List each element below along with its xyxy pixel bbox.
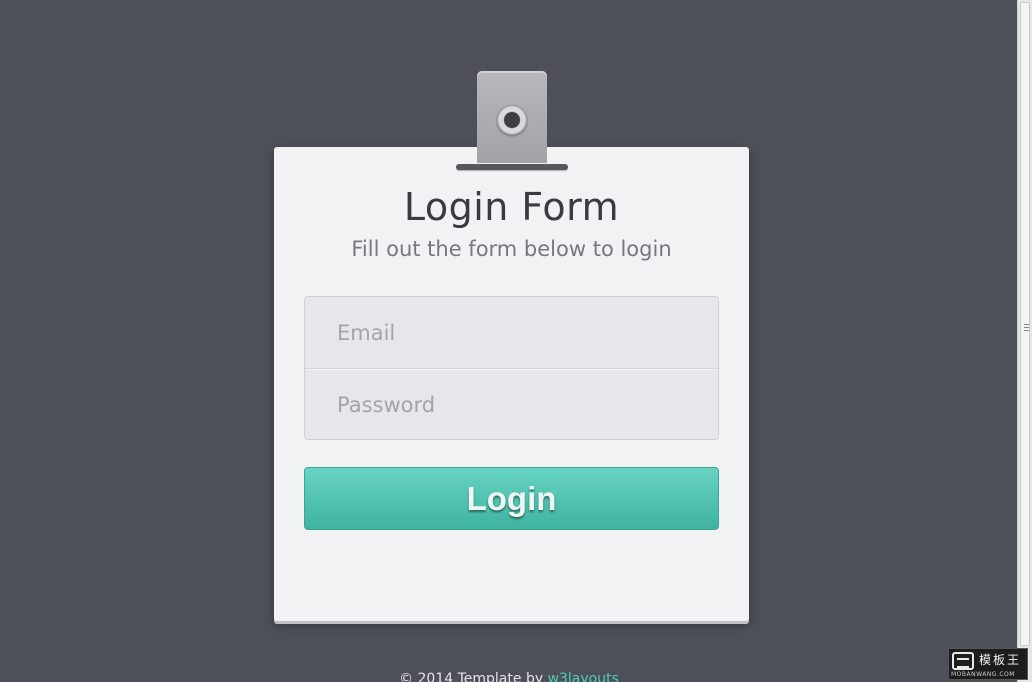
- stack-logo-icon: [952, 652, 974, 670]
- watermark-url: MOBANWANG.COM: [951, 671, 1015, 678]
- badge-clip-icon: [477, 71, 547, 163]
- footer-link[interactable]: w3layouts: [548, 671, 619, 682]
- scrollbar-grip-icon: [1024, 324, 1029, 331]
- login-button[interactable]: Login: [304, 467, 719, 530]
- footer-text: © 2014 Template by: [399, 671, 548, 682]
- watermark-brand: 模板王: [979, 653, 1022, 667]
- password-field[interactable]: [305, 369, 718, 439]
- email-field[interactable]: [305, 297, 718, 368]
- scrollbar-thumb[interactable]: [1020, 2, 1030, 646]
- login-card: Login Form Fill out the form below to lo…: [274, 147, 749, 621]
- vertical-scrollbar[interactable]: [1017, 0, 1032, 682]
- credentials-fieldset: [304, 296, 719, 440]
- clip-bar: [456, 164, 568, 170]
- page-subtitle: Fill out the form below to login: [351, 237, 672, 261]
- watermark: 模板王 MOBANWANG.COM: [948, 648, 1028, 680]
- clip-hole-icon: [497, 105, 527, 135]
- page-title: Login Form: [403, 185, 620, 229]
- footer: © 2014 Template by w3layouts: [0, 671, 1018, 682]
